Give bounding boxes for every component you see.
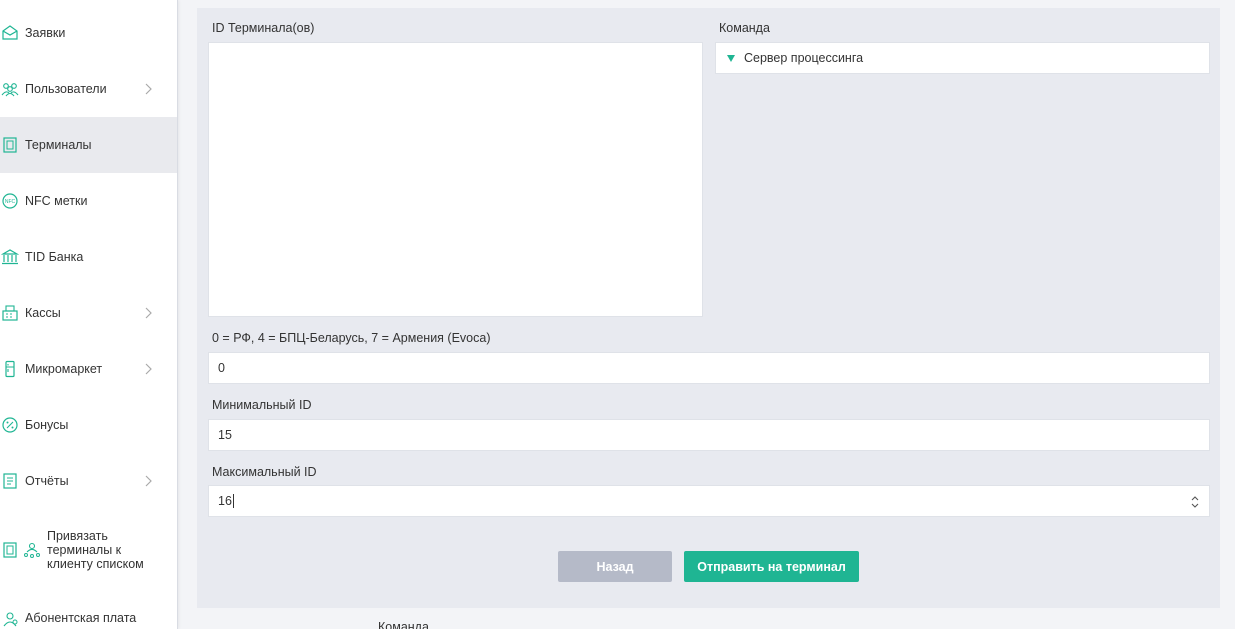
sidebar-item-users[interactable]: Пользователи (0, 61, 177, 117)
sidebar-item-subscription[interactable]: Абонентская плата (0, 591, 177, 629)
percent-icon (1, 416, 19, 434)
terminal-icon (1, 541, 19, 559)
command-form-panel: ID Терминала(ов) Команда Сервер процесси… (197, 8, 1220, 608)
sidebar-item-label: Кассы (25, 306, 61, 320)
link-terminals-icon (23, 541, 41, 559)
command-select-value: Сервер процессинга (744, 51, 864, 65)
sidebar-item-label: Отчёты (25, 474, 69, 488)
report-icon (1, 472, 19, 490)
triangle-down-icon (727, 54, 735, 62)
subscription-icon (1, 610, 19, 628)
back-button[interactable]: Назад (558, 551, 672, 582)
min-id-value: 15 (218, 428, 232, 442)
min-id-label: Минимальный ID (212, 398, 312, 412)
chevron-right-icon (145, 83, 152, 95)
sidebar-item-terminals[interactable]: Терминалы (0, 117, 177, 173)
fridge-icon (1, 360, 19, 378)
sidebar-item-micromarket[interactable]: Микромаркет (0, 341, 177, 397)
envelope-icon (1, 24, 19, 42)
sidebar-item-label: TID Банка (25, 250, 84, 264)
sidebar-item-label: Абонентская плата (25, 611, 137, 625)
sidebar-item-label: NFC метки (25, 194, 88, 208)
sidebar-item-label: Бонусы (25, 418, 69, 432)
sidebar-item-label: Микромаркет (25, 362, 103, 376)
max-id-label: Максимальный ID (212, 465, 317, 479)
chevron-right-icon (145, 307, 152, 319)
register-icon (1, 304, 19, 322)
sidebar-item-label: Пользователи (25, 82, 107, 96)
processing-server-label: 0 = РФ, 4 = БПЦ-Беларусь, 7 = Армения (E… (212, 331, 491, 345)
bank-icon (1, 248, 19, 266)
command-select[interactable]: Сервер процессинга (715, 42, 1210, 74)
sidebar-item-reports[interactable]: Отчёты (0, 453, 177, 509)
sidebar: Заявки Пользователи Терминалы NFC NFC ме… (0, 0, 178, 629)
terminal-ids-textarea[interactable] (208, 42, 703, 317)
sidebar-item-requests[interactable]: Заявки (0, 5, 177, 61)
svg-text:NFC: NFC (5, 199, 16, 205)
processing-server-value: 0 (218, 361, 225, 375)
sidebar-item-bonuses[interactable]: Бонусы (0, 397, 177, 453)
command-label-below: Команда (378, 620, 429, 629)
command-label: Команда (719, 21, 770, 35)
sidebar-item-bind-terminals[interactable]: Привязать терминалы к клиенту списком (0, 514, 177, 586)
terminal-ids-label: ID Терминала(ов) (212, 21, 315, 35)
sidebar-item-label: Заявки (25, 26, 66, 40)
min-id-input[interactable]: 15 (208, 419, 1210, 451)
sidebar-item-tid-bank[interactable]: TID Банка (0, 229, 177, 285)
number-spinner-icon[interactable] (1191, 495, 1199, 509)
users-icon (1, 80, 19, 98)
text-cursor (232, 494, 234, 508)
max-id-value: 16 (218, 494, 232, 508)
processing-server-input[interactable]: 0 (208, 352, 1210, 384)
nfc-icon: NFC (1, 192, 19, 210)
max-id-input[interactable]: 16 (208, 485, 1210, 517)
send-to-terminal-button[interactable]: Отправить на терминал (684, 551, 859, 582)
chevron-right-icon (145, 475, 152, 487)
sidebar-item-registers[interactable]: Кассы (0, 285, 177, 341)
terminal-icon (1, 136, 19, 154)
chevron-right-icon (145, 363, 152, 375)
sidebar-item-label: Привязать терминалы к клиенту списком (47, 529, 144, 571)
sidebar-item-label: Терминалы (25, 138, 92, 152)
sidebar-item-nfc[interactable]: NFC NFC метки (0, 173, 177, 229)
